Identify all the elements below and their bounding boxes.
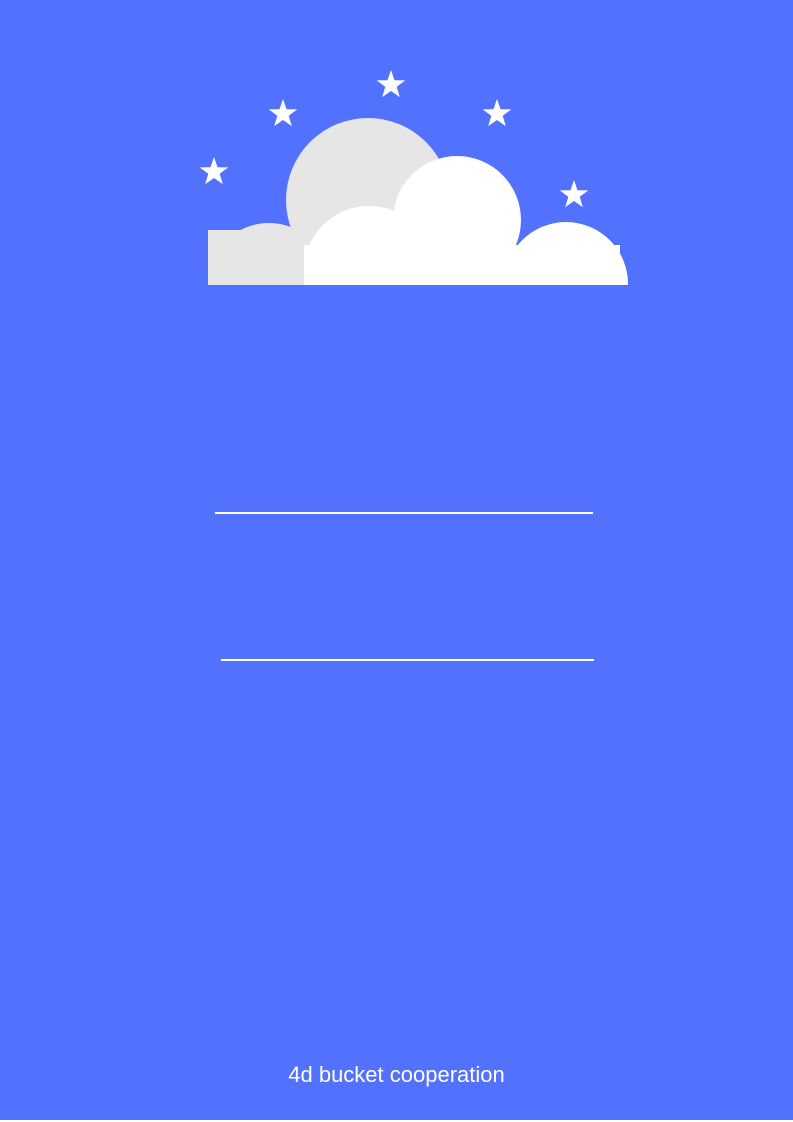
star-icon	[268, 99, 298, 127]
title-underline	[215, 512, 593, 514]
footer-organization-text: 4d bucket cooperation	[288, 1062, 505, 1087]
star-icon	[376, 70, 406, 98]
star-icon	[199, 157, 229, 185]
cover-page: 4d bucket cooperation	[0, 0, 793, 1120]
star-icon	[559, 180, 589, 208]
cloud-stars-illustration	[199, 70, 628, 285]
star-icon	[482, 99, 512, 127]
subtitle-underline	[221, 659, 594, 661]
